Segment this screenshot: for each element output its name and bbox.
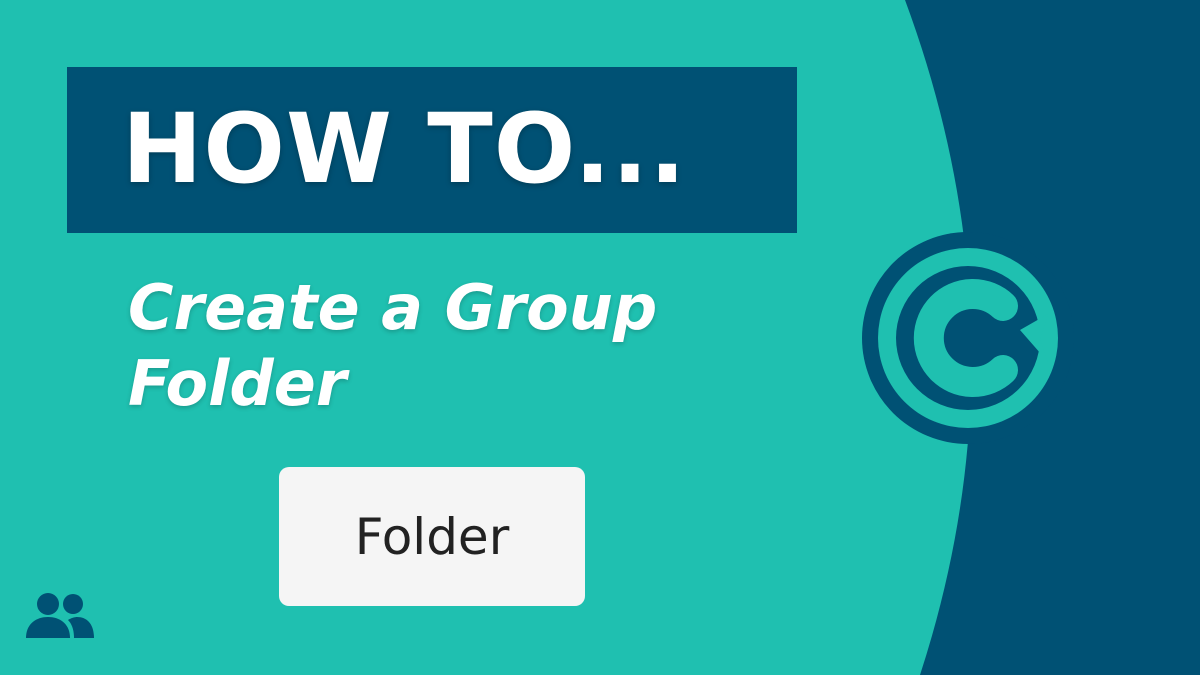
folder-button[interactable]: Folder xyxy=(279,467,585,606)
subtitle-line-2: Folder xyxy=(128,347,347,420)
subtitle: Create a Group Folder xyxy=(128,270,657,422)
page-title: HOW TO... xyxy=(122,93,687,205)
c-brand-logo-icon xyxy=(862,232,1074,444)
group-users-icon xyxy=(26,593,94,638)
subtitle-line-1: Create a Group xyxy=(128,271,658,344)
folder-button-label: Folder xyxy=(354,507,510,566)
